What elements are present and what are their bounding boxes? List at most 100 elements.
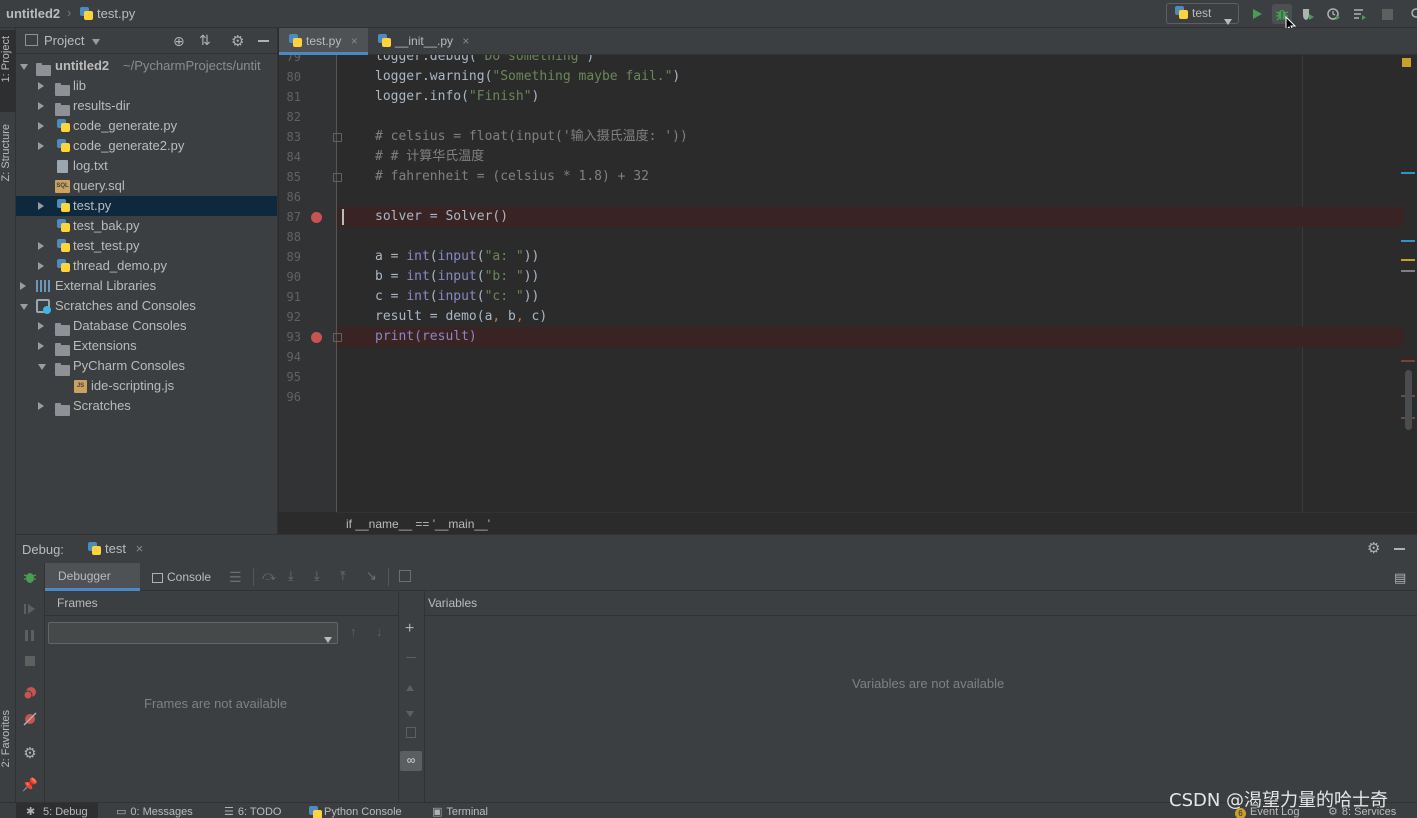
- tool-tab-label: Python Console: [324, 806, 402, 818]
- project-view-icon: [25, 34, 38, 46]
- nav-project[interactable]: untitled2: [6, 6, 60, 21]
- tool-tab-todo[interactable]: ☰ 6: TODO: [224, 805, 281, 818]
- project-tool-tab[interactable]: 1: Project: [0, 30, 16, 112]
- tree-item-results-dir[interactable]: results-dir: [16, 96, 277, 116]
- hide-panel-icon[interactable]: [1394, 548, 1405, 550]
- pause-icon: [25, 629, 34, 641]
- code-editor[interactable]: 79 80 81 82 83 84 85 86 87 88 89 90 91 9…: [279, 55, 1417, 512]
- step-into-my-code-icon[interactable]: ⤓: [314, 568, 320, 584]
- show-watches-icon[interactable]: ∞: [400, 751, 422, 771]
- thread-select[interactable]: [48, 622, 338, 644]
- tool-tab-terminal[interactable]: ▣ Terminal: [432, 805, 488, 818]
- tree-item-extensions[interactable]: Extensions: [16, 336, 277, 356]
- duplicate-watch-icon[interactable]: [406, 727, 416, 738]
- concurrency-button[interactable]: [1350, 4, 1370, 24]
- pin-icon[interactable]: 📌: [22, 777, 38, 793]
- step-over-icon[interactable]: ⤼: [262, 568, 276, 584]
- nav-file[interactable]: test.py: [80, 6, 135, 21]
- messages-icon: ▭: [116, 806, 127, 818]
- tree-item-database-consoles[interactable]: Database Consoles: [16, 316, 277, 336]
- tree-item-label: thread_demo.py: [73, 258, 167, 273]
- tab-init-py[interactable]: __init__.py ×: [368, 28, 470, 55]
- tree-item-log-txt[interactable]: log.txt: [16, 156, 277, 176]
- tool-tab-debug[interactable]: ✱ 5: Debug: [16, 803, 98, 818]
- tree-item-lib[interactable]: lib: [16, 76, 277, 96]
- pause-button[interactable]: [22, 627, 38, 643]
- tree-item-code-generate[interactable]: code_generate.py: [16, 116, 277, 136]
- text-caret: [342, 209, 344, 225]
- tool-tab-python-console[interactable]: Python Console: [309, 805, 402, 818]
- code-line: logger.warning("Something maybe fail."): [375, 69, 681, 84]
- layout-settings-icon[interactable]: ▤: [1394, 570, 1406, 586]
- fold-marker-icon[interactable]: [333, 173, 342, 182]
- resume-button[interactable]: [22, 601, 38, 617]
- evaluate-expression-icon[interactable]: [399, 570, 411, 582]
- fold-marker-icon[interactable]: [333, 333, 342, 342]
- tree-item-test-py[interactable]: test.py: [16, 196, 277, 216]
- tab-console[interactable]: Console: [152, 563, 211, 591]
- arrow-up-icon[interactable]: ↑: [350, 624, 357, 639]
- favorites-tool-tab[interactable]: 2: Favorites: [0, 706, 16, 794]
- tree-item-ide-scripting[interactable]: JS ide-scripting.js: [16, 376, 277, 396]
- python-file-icon: [57, 239, 70, 252]
- project-view-select[interactable]: Project: [44, 33, 101, 48]
- step-out-icon[interactable]: ⤒: [340, 568, 346, 584]
- move-up-icon[interactable]: [406, 679, 414, 694]
- mute-breakpoints-button[interactable]: [22, 711, 38, 727]
- tree-item-thread-demo[interactable]: thread_demo.py: [16, 256, 277, 276]
- hide-panel-icon[interactable]: [258, 40, 269, 42]
- tree-item-test-bak[interactable]: test_bak.py: [16, 216, 277, 236]
- python-file-icon: [57, 259, 70, 272]
- python-file-icon: [289, 34, 302, 47]
- breakpoint-icon[interactable]: [311, 332, 322, 343]
- run-to-cursor-icon[interactable]: ↘: [366, 568, 377, 584]
- gear-icon[interactable]: ⚙: [1367, 539, 1380, 557]
- tree-item-scratches[interactable]: Scratches: [16, 396, 277, 416]
- gear-icon[interactable]: ⚙: [22, 745, 38, 762]
- close-icon[interactable]: ×: [136, 541, 144, 556]
- stop-debug-button[interactable]: [22, 653, 38, 669]
- fold-marker-icon[interactable]: [333, 133, 342, 142]
- run-configuration-select[interactable]: test: [1166, 3, 1239, 25]
- locate-icon[interactable]: ⊕: [173, 33, 185, 50]
- tree-item-query-sql[interactable]: SQL query.sql: [16, 176, 277, 196]
- error-stripe[interactable]: [1400, 55, 1417, 512]
- run-with-coverage-button[interactable]: [1298, 4, 1318, 24]
- tree-item-code-generate2[interactable]: code_generate2.py: [16, 136, 277, 156]
- tab-test-py[interactable]: test.py ×: [279, 28, 368, 55]
- view-breakpoints-button[interactable]: [22, 685, 38, 701]
- tree-item-pycharm-consoles[interactable]: PyCharm Consoles: [16, 356, 277, 376]
- scrollbar-thumb[interactable]: [1405, 370, 1412, 430]
- search-everywhere-button[interactable]: [1405, 4, 1417, 24]
- line-number: 95: [286, 370, 301, 384]
- tree-item-label: lib: [73, 78, 87, 93]
- code-line: # celsius = float(input('输入摄氏温度: ')): [375, 129, 688, 144]
- add-watch-icon[interactable]: +: [405, 621, 414, 637]
- tab-label: test.py: [306, 34, 342, 48]
- close-icon[interactable]: ×: [462, 34, 469, 48]
- tab-debugger[interactable]: Debugger: [45, 563, 140, 591]
- step-into-icon[interactable]: ⤓: [288, 568, 294, 584]
- remove-watch-icon[interactable]: [406, 657, 416, 658]
- gear-icon[interactable]: ⚙: [231, 32, 244, 50]
- run-button[interactable]: [1247, 4, 1267, 24]
- debug-session-tab[interactable]: test ×: [88, 539, 143, 559]
- arrow-down-icon[interactable]: ↓: [376, 624, 383, 639]
- tree-root-untitled2[interactable]: untitled2 ~/PycharmProjects/untit: [16, 56, 277, 76]
- terminal-icon: ▣: [432, 806, 443, 818]
- tree-item-external-libraries[interactable]: External Libraries: [16, 276, 277, 296]
- tree-item-scratches-consoles[interactable]: Scratches and Consoles: [16, 296, 277, 316]
- code-breadcrumb[interactable]: if __name__ == '__main__': [337, 512, 1417, 534]
- breakpoint-icon[interactable]: [311, 212, 322, 223]
- rerun-debug-button[interactable]: [22, 569, 38, 585]
- move-down-icon[interactable]: [406, 705, 414, 720]
- stop-button[interactable]: [1377, 4, 1397, 24]
- profile-button[interactable]: [1324, 4, 1344, 24]
- menu-icon[interactable]: ☰: [229, 569, 242, 586]
- tool-tab-messages[interactable]: ▭ 0: Messages: [116, 805, 193, 818]
- tree-item-label: Scratches: [73, 398, 131, 413]
- close-icon[interactable]: ×: [351, 34, 358, 48]
- structure-tool-tab[interactable]: Z: Structure: [0, 120, 16, 208]
- tree-item-test-test[interactable]: test_test.py: [16, 236, 277, 256]
- collapse-all-icon[interactable]: ⇅: [199, 32, 211, 49]
